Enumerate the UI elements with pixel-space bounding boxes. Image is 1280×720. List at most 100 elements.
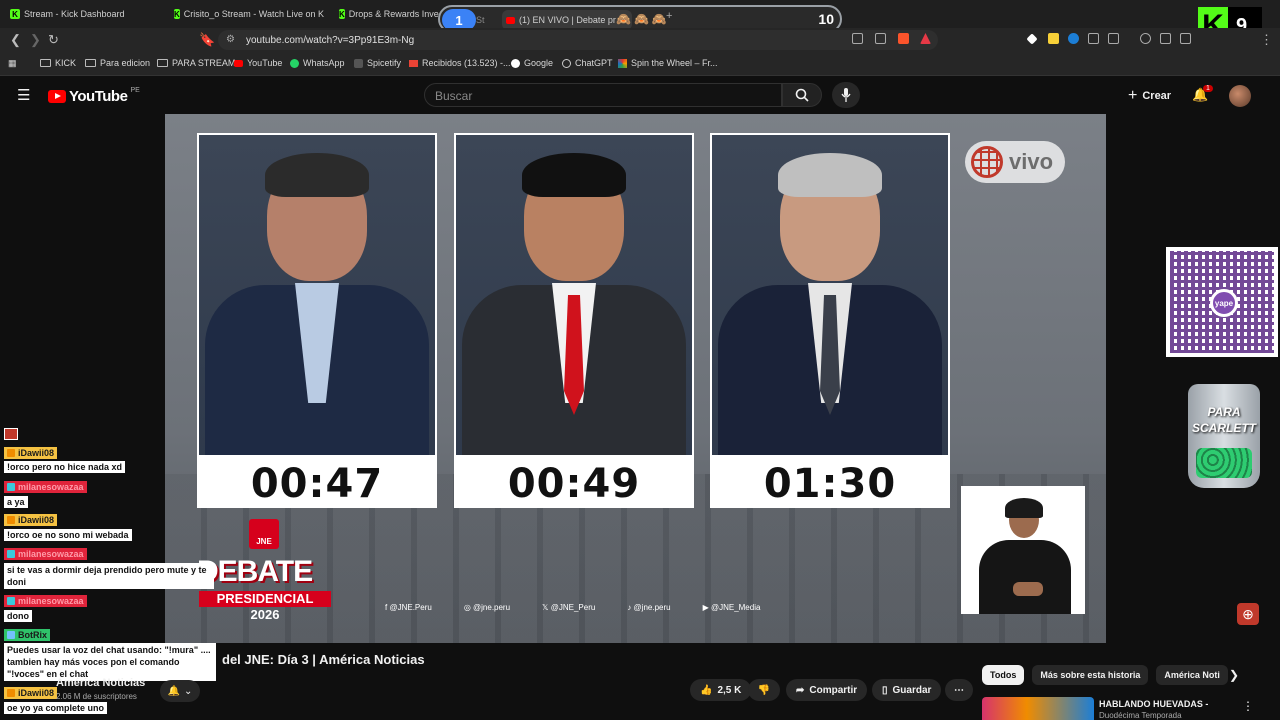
- search-input[interactable]: Buscar: [424, 83, 782, 107]
- bookmark-chatgpt[interactable]: ChatGPT: [562, 58, 613, 68]
- bookmark-label: KICK: [55, 58, 77, 68]
- candidate-panel-2: 00:49: [454, 133, 694, 508]
- chip-more-on-story[interactable]: Más sobre esta historia: [1032, 665, 1149, 685]
- hair: [265, 153, 369, 197]
- extension-box-icon[interactable]: [1108, 33, 1119, 44]
- save-icon: ▯: [882, 684, 888, 696]
- badge-icon: [7, 483, 15, 491]
- video-title: del JNE: Día 3 | América Noticias: [222, 652, 425, 667]
- menu-icon[interactable]: ⋮: [1260, 32, 1273, 48]
- chat-username: milanesowazaa: [4, 548, 87, 560]
- tab-label: (1) EN VIVO | Debate pr: [519, 15, 616, 25]
- tab-drops[interactable]: K Drops & Rewards Invent: [339, 4, 439, 24]
- subscription-bell-button[interactable]: 🔔 ⌄: [160, 680, 200, 702]
- tab-label: Drops & Rewards Invent: [348, 9, 439, 19]
- wallet-icon[interactable]: [1180, 33, 1191, 44]
- youtube-logo[interactable]: YouTube PE: [48, 87, 140, 105]
- reload-icon[interactable]: ↻: [48, 32, 59, 48]
- chip-channel[interactable]: América Noti: [1156, 665, 1229, 685]
- bookmark-icon[interactable]: 🔖: [199, 32, 215, 48]
- bookmark-label: ChatGPT: [575, 58, 613, 68]
- avatar[interactable]: [1229, 85, 1251, 107]
- hamburger-menu-icon[interactable]: ☰: [17, 86, 30, 104]
- chat-user-row: iDawii08: [4, 447, 58, 459]
- search-button[interactable]: [782, 83, 822, 107]
- jar-label: PARA SCARLETT: [1192, 405, 1256, 435]
- emoji-tabs[interactable]: 🙈🙈🙈: [616, 12, 670, 26]
- youtube-wordmark: YouTube: [69, 88, 128, 105]
- new-tab-icon[interactable]: +: [666, 10, 672, 22]
- extension-yellow-icon[interactable]: [1048, 33, 1059, 44]
- badge-icon: [7, 449, 15, 457]
- chip-all[interactable]: Todos: [982, 665, 1025, 685]
- bookmark-label: Recibidos (13.523) -...: [422, 58, 511, 68]
- share-icon[interactable]: [875, 33, 886, 44]
- badge-icon: [7, 550, 15, 558]
- back-icon[interactable]: ❮: [10, 32, 21, 48]
- like-button[interactable]: 👍 2,5 K: [690, 679, 752, 701]
- tab-kick-dashboard[interactable]: K Stream - Kick Dashboard: [10, 4, 160, 24]
- sidebar-icon[interactable]: [1160, 33, 1171, 44]
- recommended-video[interactable]: HABLANDO HUEVADAS - Duodécima Temporada …: [982, 697, 1280, 720]
- tab-kick-watch[interactable]: K Crisito_o Stream - Watch Live on Kick: [174, 4, 324, 24]
- share-button[interactable]: ➦ Compartir: [786, 679, 868, 701]
- folder-icon: [85, 59, 96, 67]
- bookmark-para-edicion[interactable]: Para edicion: [85, 58, 150, 68]
- chat-user-row: milanesowazaa: [4, 595, 87, 607]
- voice-search-button[interactable]: [832, 82, 860, 108]
- channel-name[interactable]: América Noticias: [56, 677, 145, 689]
- video-player[interactable]: 00:47 00:49 01:30 vivo JNE DEBATE PRESID…: [165, 114, 1106, 643]
- youtube-header: ☰ YouTube PE Buscar + Crear 🔔 1: [0, 76, 1280, 114]
- bookmark-spin-wheel[interactable]: Spin the Wheel – Fr...: [618, 58, 718, 68]
- recommendation-chips: Todos Más sobre esta historia América No…: [982, 665, 1229, 685]
- brave-shield-icon[interactable]: [898, 33, 909, 44]
- dislike-button[interactable]: 👎: [748, 679, 780, 701]
- create-label: Crear: [1142, 90, 1172, 102]
- address-bar[interactable]: ⚙ youtube.com/watch?v=3Pp91E3m-Ng: [218, 30, 938, 50]
- candidate-photo: [712, 135, 948, 455]
- create-button[interactable]: + Crear: [1128, 87, 1171, 105]
- wheel-icon: [618, 58, 627, 68]
- thumbs-down-icon: 👎: [757, 684, 771, 696]
- kick-icon: K: [174, 9, 180, 19]
- chips-next-icon[interactable]: ❯: [1229, 668, 1239, 682]
- apps-grid-icon[interactable]: ▦: [8, 58, 17, 69]
- chat-message: a ya: [4, 496, 28, 508]
- yape-logo: yape: [1210, 289, 1238, 317]
- cast-icon[interactable]: [852, 33, 863, 44]
- qr-pattern: yape: [1170, 251, 1274, 353]
- chat-user-row: BotRix: [4, 629, 50, 641]
- folder-icon: [40, 59, 51, 67]
- save-button[interactable]: ▯ Guardar: [872, 679, 942, 701]
- interpreter-body: [979, 540, 1071, 614]
- bookmark-youtube[interactable]: YouTube: [234, 58, 282, 68]
- media-music-icon[interactable]: [1140, 33, 1151, 44]
- badge-icon: [7, 597, 15, 605]
- bookmark-label: Spicetify: [367, 58, 402, 68]
- bookmark-label: Para edicion: [100, 58, 151, 68]
- tab-partial[interactable]: St: [476, 10, 490, 30]
- chat-username: milanesowazaa: [4, 595, 87, 607]
- notification-count-badge: 1: [1203, 85, 1213, 92]
- more-actions-button[interactable]: ⋯: [945, 679, 973, 701]
- bookmark-gmail[interactable]: Recibidos (13.523) -...: [409, 58, 511, 68]
- bookmark-para-stream[interactable]: PARA STREAM: [157, 58, 235, 68]
- site-info-icon[interactable]: ⚙: [226, 34, 235, 45]
- thumbs-up-icon: 👍: [700, 684, 713, 696]
- bookmark-google[interactable]: Google: [511, 58, 553, 68]
- recommended-more-icon[interactable]: ⋮: [1242, 699, 1254, 713]
- youtube-play-icon: [48, 90, 66, 103]
- screen: K Stream - Kick Dashboard K Crisito_o St…: [0, 0, 1280, 720]
- extensions-puzzle-icon[interactable]: [1088, 33, 1099, 44]
- bookmark-kick[interactable]: KICK: [40, 58, 76, 68]
- spicetify-icon: [354, 58, 363, 68]
- extension-blue-icon[interactable]: [1068, 33, 1079, 44]
- chat-message: si te vas a dormir deja prendido pero mu…: [4, 563, 214, 589]
- tab-active-youtube[interactable]: (1) EN VIVO | Debate pr ✕: [502, 10, 632, 30]
- bookmark-label: PARA STREAM: [172, 58, 236, 68]
- forward-icon[interactable]: ❯: [30, 32, 41, 48]
- extension-diamond-icon[interactable]: [1026, 33, 1038, 45]
- bookmark-spicetify[interactable]: Spicetify: [354, 58, 401, 68]
- bookmark-whatsapp[interactable]: WhatsApp: [290, 58, 345, 68]
- facebook-handle: f @JNE.Peru: [385, 602, 432, 612]
